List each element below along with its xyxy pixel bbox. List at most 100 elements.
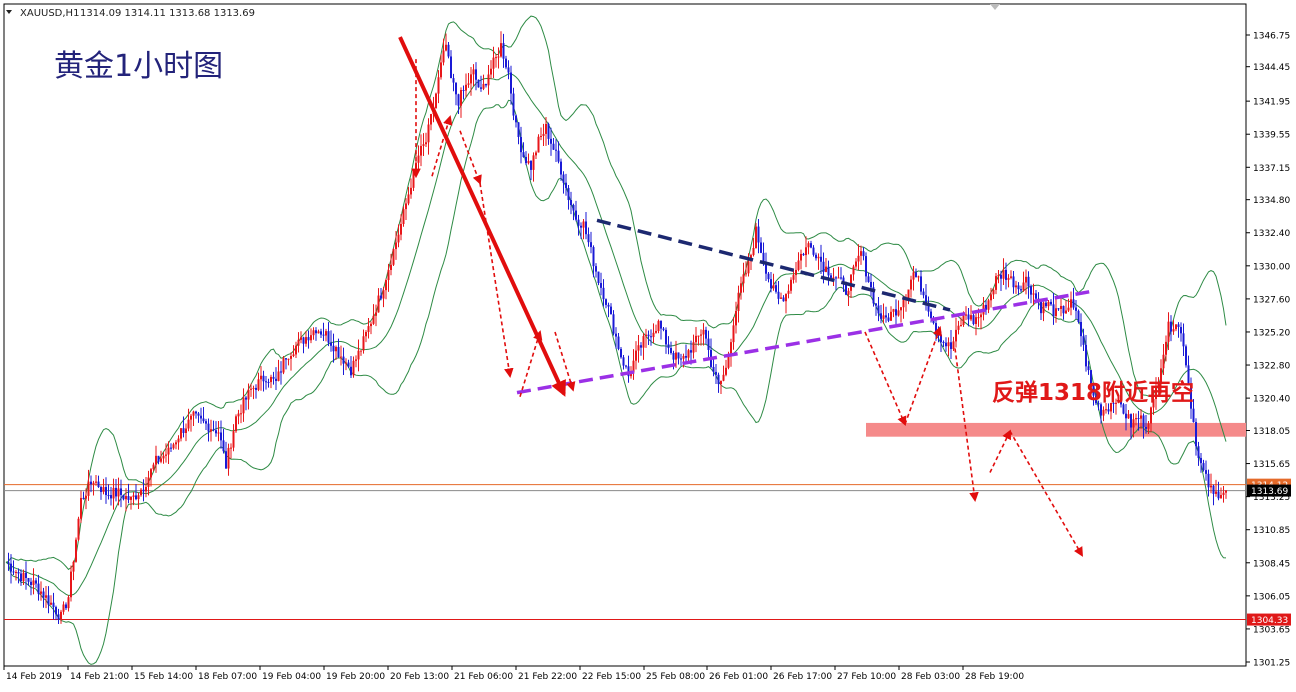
candle-body: [912, 272, 915, 280]
candle-body: [1180, 327, 1182, 334]
candle-body: [1040, 301, 1042, 314]
candle-body: [535, 152, 537, 156]
candle-body: [130, 496, 132, 500]
candle-body: [410, 187, 412, 195]
candle-body: [307, 337, 310, 341]
candle-body: [862, 251, 865, 257]
candle-body: [1082, 336, 1085, 345]
candle-body: [615, 333, 617, 337]
candle-body: [705, 329, 707, 339]
candle-body: [997, 274, 1000, 277]
candle-body: [807, 243, 810, 248]
candle-body: [282, 358, 285, 373]
candle-body: [940, 334, 942, 342]
candle-body: [495, 57, 497, 59]
candle-body: [822, 261, 825, 272]
candle-body: [787, 290, 790, 294]
x-tick-label: 28 Feb 19:00: [965, 672, 1024, 682]
candle-body: [930, 311, 932, 319]
candle-body: [892, 309, 895, 312]
candle-body: [1215, 491, 1217, 494]
candle-body: [105, 487, 107, 496]
y-tick-label: 1344.45: [1253, 63, 1290, 73]
candle-body: [485, 83, 487, 86]
candle-body: [1070, 299, 1072, 308]
candle-body: [697, 335, 700, 337]
candle-body: [882, 315, 885, 319]
candle-body: [82, 497, 85, 499]
candle-body: [1145, 427, 1147, 429]
candle-body: [87, 481, 90, 496]
candle-body: [90, 481, 92, 485]
price-level-lines: [4, 484, 1246, 621]
candle-body: [977, 317, 980, 319]
candle-body: [247, 389, 250, 400]
candle-body: [825, 266, 827, 272]
candle-body: [312, 330, 315, 336]
candle-body: [165, 454, 167, 456]
candle-body: [480, 87, 482, 89]
y-tick-label: 1332.40: [1253, 229, 1290, 239]
candle-body: [157, 455, 160, 462]
symbol-menu-icon[interactable]: [6, 10, 12, 14]
x-tick-label: 20 Feb 13:00: [390, 672, 449, 682]
resistance-zone-layer: [866, 422, 1246, 437]
candle-body: [657, 320, 660, 331]
candle-body: [422, 144, 425, 146]
candle-body: [1107, 409, 1110, 412]
candle-body: [595, 266, 597, 272]
candle-body: [817, 256, 820, 259]
candle-body: [525, 156, 527, 164]
candle-body: [667, 344, 670, 349]
y-tick-label: 1308.45: [1253, 559, 1290, 569]
candle-body: [580, 225, 582, 228]
candle-body: [650, 336, 652, 338]
candle-body: [770, 279, 772, 289]
candle-body: [255, 387, 257, 390]
candle-body: [262, 375, 265, 382]
candle-body: [80, 497, 82, 519]
x-tick-label: 14 Feb 21:00: [70, 672, 129, 682]
candle-body: [512, 93, 515, 116]
candle-body: [990, 294, 992, 301]
candle-body: [437, 77, 440, 94]
dashed-path-arrow: [864, 331, 907, 427]
y-tick-label: 1325.20: [1253, 328, 1290, 338]
candle-body: [200, 415, 202, 419]
candle-body: [205, 421, 207, 424]
candle-body: [885, 315, 887, 318]
chart-shift-marker-icon[interactable]: [990, 4, 1000, 10]
candle-body: [75, 539, 77, 562]
candle-body: [547, 123, 550, 139]
candle-body: [455, 82, 457, 95]
candle-body: [545, 123, 547, 134]
candle-body: [785, 293, 787, 302]
candle-body: [967, 314, 970, 320]
candle-body: [137, 495, 140, 500]
candle-body: [132, 495, 135, 497]
candle-body: [142, 489, 145, 492]
candle-body: [662, 328, 665, 330]
candle-body: [640, 345, 642, 348]
candle-body: [95, 481, 97, 483]
candle-body: [1035, 293, 1037, 299]
y-tick-label: 1337.15: [1253, 164, 1290, 174]
candle-body: [245, 397, 247, 400]
candle-body: [347, 362, 350, 367]
candle-body: [855, 261, 857, 267]
candle-body: [582, 221, 585, 228]
candle-body: [647, 334, 650, 337]
candle-body: [712, 366, 715, 372]
candle-body: [1197, 446, 1200, 458]
candle-body: [242, 397, 245, 414]
candle-body: [355, 359, 357, 361]
candle-body: [1130, 414, 1132, 428]
candle-body: [260, 375, 262, 380]
dashed-path-arrow: [904, 326, 942, 425]
candle-body: [600, 283, 602, 288]
x-tick-label: 15 Feb 14:00: [134, 672, 193, 682]
y-tick-label: 1327.60: [1253, 295, 1290, 305]
candle-body: [730, 342, 732, 355]
candle-body: [127, 496, 130, 500]
y-tick-label: 1306.05: [1253, 592, 1290, 602]
